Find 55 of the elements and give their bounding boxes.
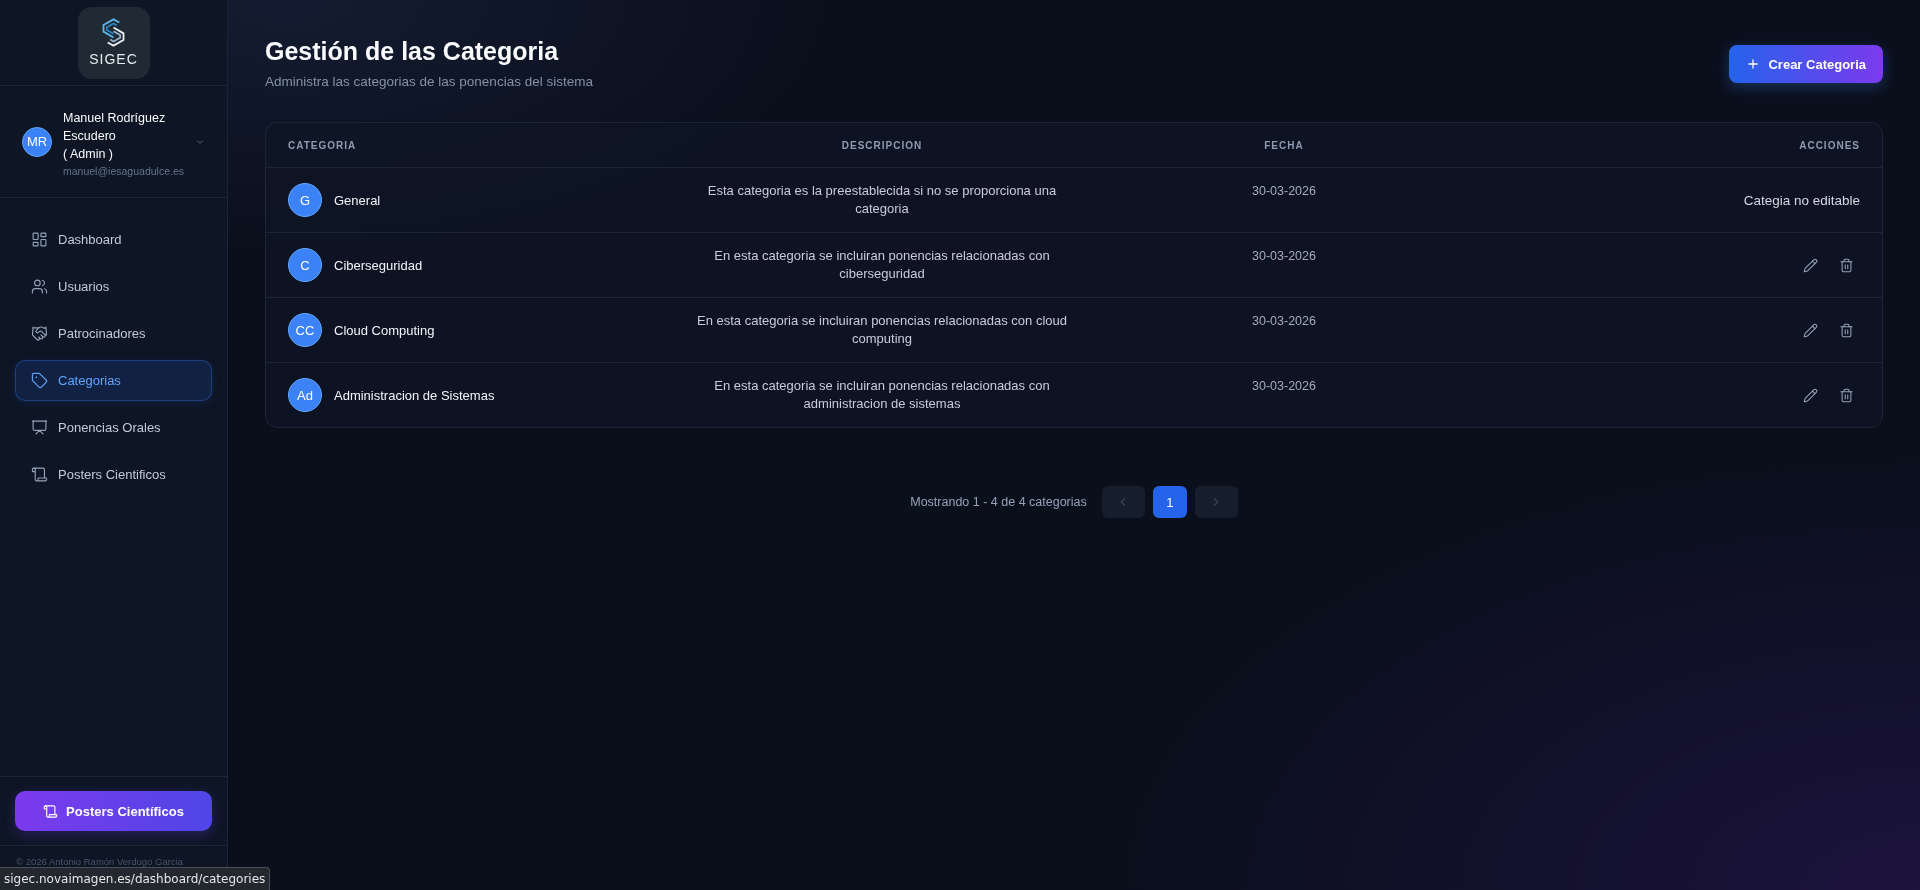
handshake-icon	[31, 325, 48, 342]
plus-icon	[1746, 57, 1761, 71]
footer-text: © 2026 Antonio Ramón Verdugo Garcia	[16, 855, 184, 868]
create-category-button[interactable]: Crear Categoria	[1729, 45, 1883, 83]
description-text: Esta categoria es la preestablecida si no se proporciona una categoria	[706, 182, 1058, 218]
column-header: ACCIONES	[1799, 139, 1860, 151]
category-name: Cloud Computing	[334, 322, 435, 338]
user-role: ( Admin )	[63, 145, 113, 163]
category-name: Ciberseguridad	[334, 257, 423, 273]
nav-item[interactable]: Posters Cientificos	[15, 454, 212, 495]
category-avatar: C	[288, 248, 322, 282]
link-status-tooltip: sigec.novaimagen.es/dashboard/categories	[0, 867, 271, 890]
logo-text: SIGEC	[89, 52, 138, 67]
nav-item[interactable]: Patrocinadores	[15, 313, 212, 354]
user-avatar: MR	[22, 126, 52, 157]
trash-icon	[1838, 387, 1854, 403]
scroll-icon	[43, 803, 59, 819]
user-name: Manuel Rodríguez Escudero	[63, 109, 167, 145]
column-header: CATEGORIA	[288, 139, 357, 151]
date-text: 30-03-2026	[1252, 378, 1316, 395]
description-text: En esta categoria se incluiran ponencias relacionadas con administracion de sistemas	[713, 377, 1051, 413]
page-button[interactable]: 1	[1152, 486, 1187, 518]
column-header: DESCRIPCION	[841, 139, 923, 151]
logo-icon	[101, 18, 126, 47]
trash-icon	[1838, 322, 1854, 338]
category-avatar: Ad	[288, 378, 322, 412]
category-name: Administracion de Sistemas	[334, 387, 495, 403]
nav-item[interactable]: Categorias	[15, 360, 212, 401]
nav-item[interactable]: Dashboard	[15, 219, 212, 260]
nav-item[interactable]: Ponencias Orales	[15, 407, 212, 448]
nav-item[interactable]: Usuarios	[15, 266, 212, 307]
grid-icon	[31, 231, 48, 248]
presentation-icon	[31, 419, 48, 436]
user-email: manuel@iesaguadulce.es	[63, 163, 184, 179]
category-avatar: G	[288, 183, 322, 217]
description-text: En esta categoria se incluiran ponencias relacionadas con ciberseguridad	[713, 247, 1051, 283]
scroll-icon	[31, 466, 48, 483]
posters-button[interactable]: Posters Científicos	[15, 791, 212, 831]
column-header: FECHA	[1264, 139, 1304, 151]
tag-icon	[31, 372, 48, 389]
pencil-icon	[1802, 387, 1818, 403]
pencil-icon	[1802, 257, 1818, 273]
page-title: Gestión de las Categoria	[265, 36, 560, 66]
category-name: General	[334, 192, 381, 208]
date-text: 30-03-2026	[1252, 248, 1316, 265]
trash-icon	[1838, 257, 1854, 273]
pencil-icon	[1802, 322, 1818, 338]
description-text: En esta categoria se incluiran ponencias relacionadas con cloud computing	[696, 312, 1068, 348]
category-avatar: CC	[288, 313, 322, 347]
date-text: 30-03-2026	[1252, 313, 1316, 330]
date-text: 30-03-2026	[1252, 183, 1316, 200]
not-editable-note: Categia no editable	[1743, 192, 1860, 208]
pagination-summary: Mostrando 1 - 4 de 4 categorias	[910, 495, 1087, 509]
users-icon	[31, 278, 48, 295]
page-subtitle: Administra las categorias de las ponencias del sistema	[265, 73, 593, 91]
